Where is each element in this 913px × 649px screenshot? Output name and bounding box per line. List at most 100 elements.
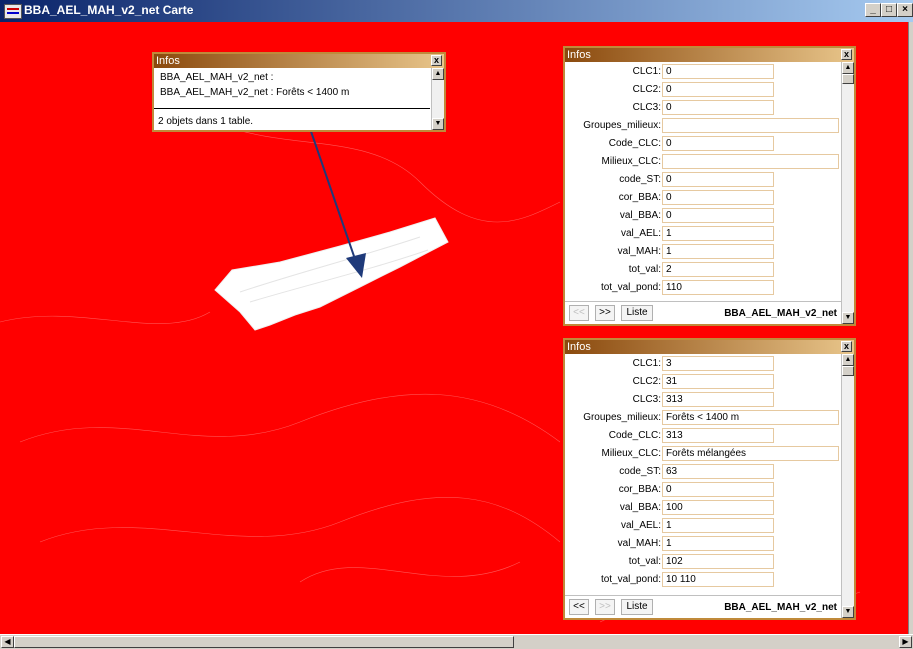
field-row: cor_BBA: 0 <box>565 480 841 498</box>
field-label: Code_CLC: <box>608 430 661 441</box>
previous-button[interactable]: << <box>569 305 589 321</box>
field-value[interactable]: Forêts mélangées <box>662 446 839 461</box>
field-row: CLC2: 0 <box>565 80 841 98</box>
scroll-left-button[interactable]: ◀ <box>1 636 14 648</box>
field-row: val_AEL: 1 <box>565 516 841 534</box>
window-title-bar[interactable]: BBA_AEL_MAH_v2_net Carte _ □ × <box>0 0 913 22</box>
info-window-record-2[interactable]: Infos x CLC1: 3 CLC2: 31 CLC3: 313 Groupes_mil… <box>563 338 856 620</box>
field-label: cor_BBA: <box>618 192 661 203</box>
map-vertical-scrollbar[interactable] <box>908 22 913 634</box>
field-value[interactable] <box>662 118 839 133</box>
field-row: tot_val: 2 <box>565 260 841 278</box>
app-icon <box>4 4 22 19</box>
info-window-title: Infos <box>156 55 180 67</box>
field-value[interactable]: 10 110 <box>662 572 774 587</box>
field-value[interactable]: 313 <box>662 392 774 407</box>
field-label: Code_CLC: <box>608 138 661 149</box>
field-value[interactable]: 110 <box>662 280 774 295</box>
scroll-up-icon[interactable]: ▲ <box>842 62 854 74</box>
field-value[interactable]: 3 <box>662 356 774 371</box>
field-label: tot_val: <box>628 264 661 275</box>
field-row: val_MAH: 1 <box>565 534 841 552</box>
field-value[interactable]: 1 <box>662 518 774 533</box>
scroll-down-icon[interactable]: ▼ <box>842 606 854 618</box>
scroll-thumb[interactable] <box>842 74 854 84</box>
selected-feature-polygon[interactable] <box>214 217 449 331</box>
close-icon[interactable]: x <box>431 55 442 66</box>
close-button[interactable]: × <box>897 3 913 17</box>
list-item[interactable]: BBA_AEL_MAH_v2_net : Forêts < 1400 m <box>158 85 430 100</box>
field-value[interactable]: 100 <box>662 500 774 515</box>
field-label: Groupes_milieux: <box>583 412 661 423</box>
field-row: cor_BBA: 0 <box>565 188 841 206</box>
field-value[interactable]: 0 <box>662 208 774 223</box>
info-window-title: Infos <box>567 49 591 61</box>
scroll-up-icon[interactable]: ▲ <box>842 354 854 366</box>
field-row: CLC2: 31 <box>565 372 841 390</box>
field-row: tot_val_pond: 10 110 <box>565 570 841 588</box>
field-value[interactable]: 63 <box>662 464 774 479</box>
field-value[interactable]: 0 <box>662 172 774 187</box>
field-value[interactable]: 313 <box>662 428 774 443</box>
field-value[interactable]: 0 <box>662 82 774 97</box>
field-value[interactable]: 0 <box>662 100 774 115</box>
list-button[interactable]: Liste <box>621 305 653 321</box>
map-horizontal-scrollbar[interactable]: ◀ ▶ <box>0 634 913 649</box>
info-window-summary[interactable]: Infos x BBA_AEL_MAH_v2_net : BBA_AEL_MAH… <box>152 52 446 132</box>
field-row: CLC3: 313 <box>565 390 841 408</box>
scroll-thumb[interactable] <box>14 636 514 648</box>
field-label: CLC2: <box>632 84 661 95</box>
field-value[interactable]: 2 <box>662 262 774 277</box>
field-value[interactable]: Forêts < 1400 m <box>662 410 839 425</box>
field-value[interactable]: 0 <box>662 136 774 151</box>
field-row: Code_CLC: 0 <box>565 134 841 152</box>
info-window-title-bar[interactable]: Infos x <box>565 340 854 354</box>
field-label: val_AEL: <box>620 520 661 531</box>
field-value[interactable]: 31 <box>662 374 774 389</box>
scroll-up-icon[interactable]: ▲ <box>432 68 444 80</box>
field-label: tot_val_pond: <box>600 282 661 293</box>
list-item[interactable]: BBA_AEL_MAH_v2_net : <box>158 70 430 85</box>
info-window-footer: << >> Liste BBA_AEL_MAH_v2_net <box>565 595 841 618</box>
info-window-title-bar[interactable]: Infos x <box>154 54 444 68</box>
scroll-right-button[interactable]: ▶ <box>899 636 912 648</box>
field-value[interactable]: 0 <box>662 482 774 497</box>
field-row: tot_val: 102 <box>565 552 841 570</box>
field-label: CLC1: <box>632 358 661 369</box>
field-value[interactable]: 1 <box>662 244 774 259</box>
field-row: val_MAH: 1 <box>565 242 841 260</box>
field-value[interactable]: 1 <box>662 226 774 241</box>
field-row: Milieux_CLC: <box>565 152 841 170</box>
next-button[interactable]: >> <box>595 305 615 321</box>
divider <box>154 108 430 109</box>
info-window-scrollbar[interactable]: ▲ ▼ <box>841 354 854 618</box>
field-row: val_AEL: 1 <box>565 224 841 242</box>
maximize-button[interactable]: □ <box>881 3 897 17</box>
info-window-scrollbar[interactable]: ▲ ▼ <box>431 68 444 130</box>
field-value[interactable]: 0 <box>662 190 774 205</box>
field-label: CLC3: <box>632 394 661 405</box>
field-label: code_ST: <box>619 174 661 185</box>
info-window-title-bar[interactable]: Infos x <box>565 48 854 62</box>
close-icon[interactable]: x <box>841 49 852 60</box>
field-label: CLC1: <box>632 66 661 77</box>
previous-button[interactable]: << <box>569 599 589 615</box>
info-window-record-1[interactable]: Infos x CLC1: 0 CLC2: 0 CLC3: 0 Groupes_milieu… <box>563 46 856 326</box>
field-row: val_BBA: 0 <box>565 206 841 224</box>
field-row: code_ST: 63 <box>565 462 841 480</box>
field-label: tot_val: <box>628 556 661 567</box>
field-value[interactable]: 0 <box>662 64 774 79</box>
minimize-button[interactable]: _ <box>865 3 881 17</box>
field-value[interactable]: 102 <box>662 554 774 569</box>
scroll-down-icon[interactable]: ▼ <box>432 118 444 130</box>
field-value[interactable] <box>662 154 839 169</box>
list-button[interactable]: Liste <box>621 599 653 615</box>
field-label: val_MAH: <box>617 246 661 257</box>
scroll-thumb[interactable] <box>842 366 854 376</box>
next-button[interactable]: >> <box>595 599 615 615</box>
close-icon[interactable]: x <box>841 341 852 352</box>
info-window-footer: << >> Liste BBA_AEL_MAH_v2_net <box>565 301 841 324</box>
field-value[interactable]: 1 <box>662 536 774 551</box>
scroll-down-icon[interactable]: ▼ <box>842 312 854 324</box>
info-window-scrollbar[interactable]: ▲ ▼ <box>841 62 854 324</box>
